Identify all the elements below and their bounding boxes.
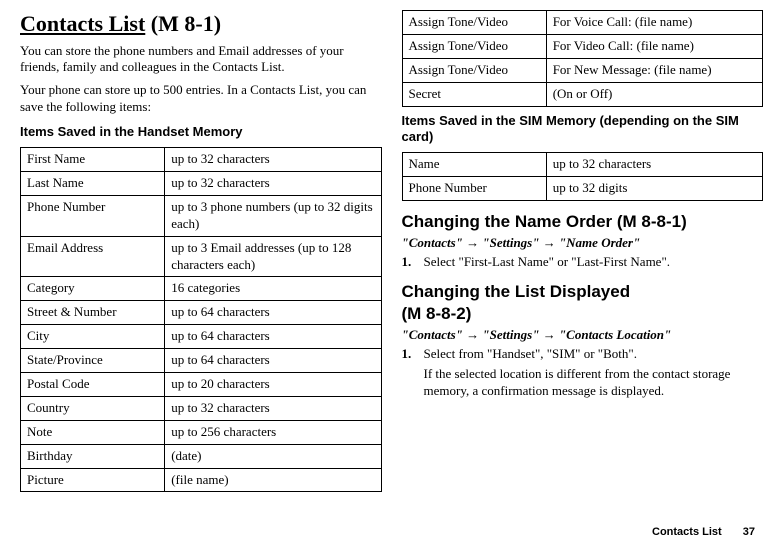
table-row: Last Nameup to 32 characters	[21, 171, 382, 195]
table-cell: First Name	[21, 148, 165, 172]
table-cell: up to 20 characters	[165, 372, 381, 396]
step-number: 1.	[402, 254, 424, 271]
table-cell: Email Address	[21, 236, 165, 277]
table-cell: For New Message: (file name)	[546, 58, 762, 82]
changing-name-order-heading: Changing the Name Order (M 8-8-1)	[402, 211, 764, 233]
nav-path-name-order: "Contacts" → "Settings" → "Name Order"	[402, 235, 764, 252]
arrow-icon: →	[466, 327, 479, 342]
table-cell: Secret	[402, 82, 546, 106]
section-title: Changing the Name Order	[402, 212, 613, 231]
intro-block: You can store the phone numbers and Emai…	[20, 43, 382, 117]
page-number: 37	[743, 526, 755, 538]
table-row: Phone Numberup to 3 phone numbers (up to…	[21, 195, 382, 236]
table-cell: Assign Tone/Video	[402, 11, 546, 35]
step-1-list-displayed: 1. Select from "Handset", "SIM" or "Both…	[402, 346, 764, 400]
handset-memory-table-continued: Assign Tone/VideoFor Voice Call: (file n…	[402, 10, 764, 107]
table-cell: up to 64 characters	[165, 325, 381, 349]
table-row: Email Addressup to 3 Email addresses (up…	[21, 236, 382, 277]
table-cell: For Video Call: (file name)	[546, 34, 762, 58]
page-footer: Contacts List 37	[652, 525, 755, 539]
table-row: Nameup to 32 characters	[402, 153, 763, 177]
page: Contacts List (M 8-1) You can store the …	[20, 10, 763, 492]
step-text: Select from "Handset", "SIM" or "Both". …	[424, 346, 764, 400]
table-cell: Phone Number	[21, 195, 165, 236]
table-cell: Category	[21, 277, 165, 301]
table-cell: up to 3 phone numbers (up to 32 digits e…	[165, 195, 381, 236]
title-menu-code: (M 8-1)	[151, 11, 221, 36]
table-row: Postal Codeup to 20 characters	[21, 372, 382, 396]
table-row: Picture(file name)	[21, 468, 382, 492]
page-title: Contacts List (M 8-1)	[20, 10, 382, 39]
intro-paragraph-2: Your phone can store up to 500 entries. …	[20, 82, 382, 116]
table-cell: For Voice Call: (file name)	[546, 11, 762, 35]
table-cell: Name	[402, 153, 546, 177]
table-cell: up to 3 Email addresses (up to 128 chara…	[165, 236, 381, 277]
left-column: Contacts List (M 8-1) You can store the …	[20, 10, 382, 492]
title-text: Contacts List	[20, 11, 145, 36]
table-row: Category16 categories	[21, 277, 382, 301]
table-cell: Street & Number	[21, 301, 165, 325]
section-title: Changing the List Displayed	[402, 282, 631, 301]
table-cell: 16 categories	[165, 277, 381, 301]
table-cell: up to 32 characters	[165, 148, 381, 172]
table-row: Assign Tone/VideoFor Voice Call: (file n…	[402, 11, 763, 35]
table-row: Birthday(date)	[21, 444, 382, 468]
table-row: State/Provinceup to 64 characters	[21, 349, 382, 373]
table-cell: (date)	[165, 444, 381, 468]
nav-path-contacts-location: "Contacts" → "Settings" → "Contacts Loca…	[402, 327, 764, 344]
section-menu-code: (M 8-8-2)	[402, 304, 472, 323]
step-number: 1.	[402, 346, 424, 400]
right-column: Assign Tone/VideoFor Voice Call: (file n…	[402, 10, 764, 492]
table-cell: Phone Number	[402, 177, 546, 201]
table-cell: Postal Code	[21, 372, 165, 396]
table-cell: Country	[21, 396, 165, 420]
table-cell: Assign Tone/Video	[402, 58, 546, 82]
table-cell: State/Province	[21, 349, 165, 373]
table-row: Countryup to 32 characters	[21, 396, 382, 420]
sim-memory-table: Nameup to 32 charactersPhone Numberup to…	[402, 152, 764, 201]
table-row: Assign Tone/VideoFor New Message: (file …	[402, 58, 763, 82]
section-menu-code: (M 8-8-1)	[617, 212, 687, 231]
table-cell: up to 64 characters	[165, 349, 381, 373]
table-cell: (On or Off)	[546, 82, 762, 106]
sim-memory-heading: Items Saved in the SIM Memory (depending…	[402, 113, 764, 147]
table-row: Secret(On or Off)	[402, 82, 763, 106]
step-1-name-order: 1. Select "First-Last Name" or "Last-Fir…	[402, 254, 764, 271]
table-row: Cityup to 64 characters	[21, 325, 382, 349]
arrow-icon: →	[543, 235, 556, 250]
step-text: Select "First-Last Name" or "Last-First …	[424, 254, 764, 271]
table-cell: Note	[21, 420, 165, 444]
table-cell: City	[21, 325, 165, 349]
table-cell: Last Name	[21, 171, 165, 195]
handset-memory-table: First Nameup to 32 charactersLast Nameup…	[20, 147, 382, 492]
table-cell: Picture	[21, 468, 165, 492]
step-subtext: If the selected location is different fr…	[424, 366, 764, 400]
table-cell: (file name)	[165, 468, 381, 492]
table-cell: Birthday	[21, 444, 165, 468]
table-row: Street & Numberup to 64 characters	[21, 301, 382, 325]
table-cell: up to 32 characters	[165, 396, 381, 420]
table-row: Noteup to 256 characters	[21, 420, 382, 444]
changing-list-displayed-heading: Changing the List Displayed (M 8-8-2)	[402, 281, 764, 325]
table-cell: Assign Tone/Video	[402, 34, 546, 58]
table-cell: up to 256 characters	[165, 420, 381, 444]
table-cell: up to 32 digits	[546, 177, 762, 201]
table-cell: up to 32 characters	[546, 153, 762, 177]
table-row: Assign Tone/VideoFor Video Call: (file n…	[402, 34, 763, 58]
footer-label: Contacts List	[652, 526, 722, 538]
table-row: Phone Numberup to 32 digits	[402, 177, 763, 201]
table-row: First Nameup to 32 characters	[21, 148, 382, 172]
table-cell: up to 64 characters	[165, 301, 381, 325]
handset-memory-heading: Items Saved in the Handset Memory	[20, 124, 382, 141]
table-cell: up to 32 characters	[165, 171, 381, 195]
arrow-icon: →	[466, 235, 479, 250]
arrow-icon: →	[543, 327, 556, 342]
intro-paragraph-1: You can store the phone numbers and Emai…	[20, 43, 382, 77]
